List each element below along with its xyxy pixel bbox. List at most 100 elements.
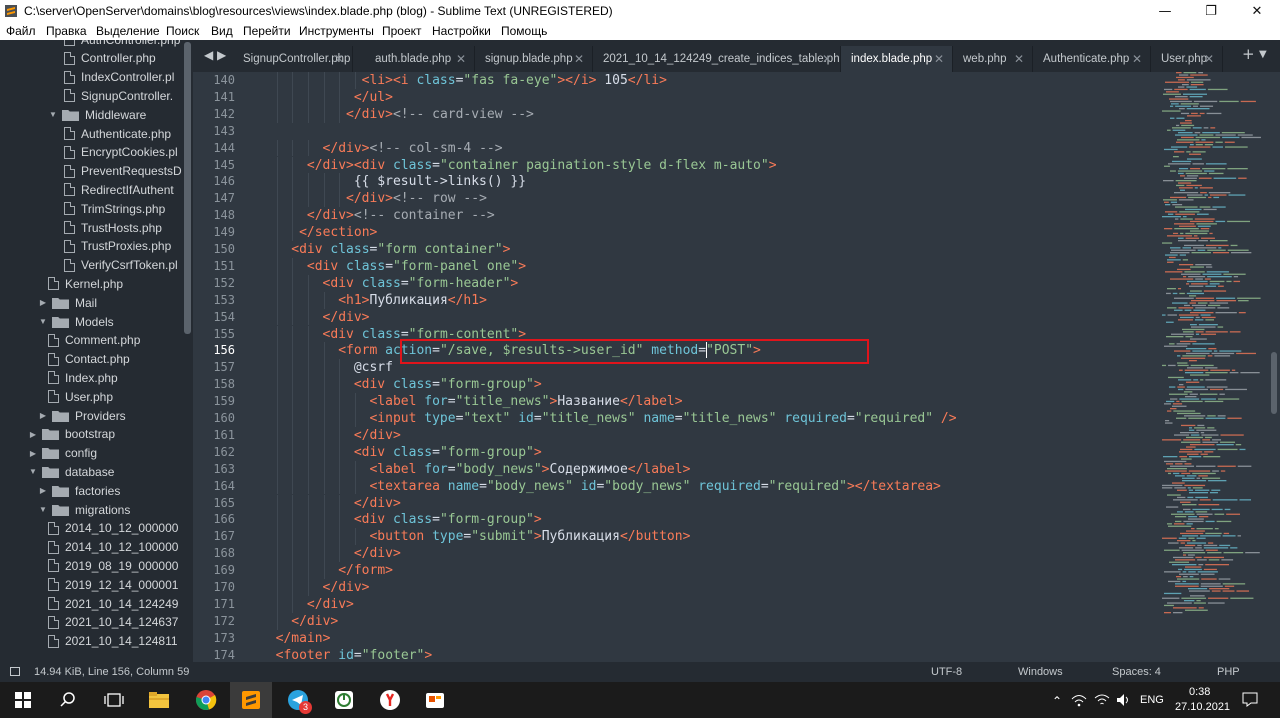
sublime-text-taskbar-icon[interactable] xyxy=(238,687,264,713)
sidebar-folder[interactable]: ▼ Models xyxy=(38,312,114,331)
clock-date[interactable]: 27.10.2021 xyxy=(1175,701,1230,713)
sidebar-file[interactable]: TrustProxies.php xyxy=(64,237,171,256)
folder-expanded-arrow-icon[interactable]: ▼ xyxy=(38,505,48,514)
status-syntax[interactable]: PHP xyxy=(1217,666,1240,678)
menu-view[interactable]: Вид xyxy=(211,24,233,38)
folder-collapsed-arrow-icon[interactable]: ▶ xyxy=(38,411,48,420)
sidebar-file[interactable]: AuthController.php xyxy=(64,40,180,49)
sidebar-file[interactable]: 2014_10_12_000000 xyxy=(48,519,178,538)
code-line[interactable]: <input type="text" id="title_news" name=… xyxy=(369,410,956,427)
status-encoding[interactable]: UTF-8 xyxy=(931,666,962,678)
code-line[interactable]: </div> xyxy=(323,579,370,596)
tab[interactable]: signup.blade.php ✕ xyxy=(475,46,593,72)
code-line[interactable]: </div><div class="container pagination-s… xyxy=(307,157,777,174)
code-line[interactable]: <div class="form container"> xyxy=(291,241,510,258)
tab-close-icon[interactable]: ✕ xyxy=(1014,52,1024,66)
openserver-icon[interactable] xyxy=(331,687,357,713)
code-line[interactable]: </section> xyxy=(299,224,377,241)
code-line[interactable]: <div class="form-group"> xyxy=(354,376,542,393)
sidebar-file[interactable]: Index.php xyxy=(48,368,118,387)
sidebar-file[interactable]: PreventRequestsD xyxy=(64,162,182,181)
code-line[interactable]: </div> xyxy=(354,427,401,444)
code-line[interactable]: <label for="body_news">Содержимое</label… xyxy=(369,461,690,478)
tab-close-icon[interactable]: ✕ xyxy=(1132,52,1142,66)
minimize-button[interactable]: — xyxy=(1142,0,1188,22)
sidebar-file[interactable]: Authenticate.php xyxy=(64,124,171,143)
code-line[interactable]: <footer id="footer"> xyxy=(276,647,433,662)
tab[interactable]: SignupController.php ✕ xyxy=(233,46,353,72)
code-line[interactable]: <button type="submit">Публикация</button… xyxy=(369,528,690,545)
search-icon[interactable] xyxy=(55,687,81,713)
tab[interactable]: User.php ✕ xyxy=(1151,46,1223,72)
sidebar-file[interactable]: IndexController.pl xyxy=(64,68,174,87)
sidebar-folder[interactable]: ▶ bootstrap xyxy=(28,425,115,444)
sidebar-file[interactable]: TrimStrings.php xyxy=(64,199,165,218)
code-line[interactable]: <div class="form-group"> xyxy=(354,444,542,461)
menu-project[interactable]: Проект xyxy=(382,24,422,38)
sidebar-file[interactable]: RedirectIfAuthent xyxy=(64,180,174,199)
code-line[interactable]: </div> xyxy=(354,495,401,512)
code-line[interactable]: </div> xyxy=(307,596,354,613)
file-explorer-icon[interactable] xyxy=(146,687,172,713)
code-line[interactable]: </ul> xyxy=(354,89,393,106)
sidebar-file[interactable]: SignupController. xyxy=(64,86,173,105)
telegram-icon[interactable]: 3 xyxy=(285,687,312,714)
tab[interactable]: 2021_10_14_124249_create_indices_table.p… xyxy=(593,46,841,72)
menu-find[interactable]: Поиск xyxy=(166,24,199,38)
code-line[interactable]: <div class="form-header"> xyxy=(323,275,519,292)
sidebar-file[interactable]: 2021_10_14_124811 xyxy=(48,632,178,651)
tab-close-icon[interactable]: ✕ xyxy=(456,52,466,66)
tab-close-icon[interactable]: ✕ xyxy=(934,52,944,66)
code-line[interactable]: <h1>Публикация</h1> xyxy=(338,292,487,309)
tab[interactable]: auth.blade.php ✕ xyxy=(365,46,475,72)
menu-tools[interactable]: Инструменты xyxy=(299,24,374,38)
sidebar-file[interactable]: User.php xyxy=(48,387,113,406)
sidebar-folder[interactable]: ▶ config xyxy=(28,444,97,463)
folder-expanded-arrow-icon[interactable]: ▼ xyxy=(28,467,38,476)
task-view-icon[interactable] xyxy=(101,687,127,713)
editor-scrollbar[interactable] xyxy=(1271,352,1277,414)
tab-active[interactable]: index.blade.php ✕ xyxy=(841,46,953,72)
sidebar-file[interactable]: Kernel.php xyxy=(48,274,123,293)
folder-expanded-arrow-icon[interactable]: ▼ xyxy=(38,317,48,326)
status-indentation[interactable]: Spaces: 4 xyxy=(1112,666,1161,678)
menu-help[interactable]: Помощь xyxy=(501,24,547,38)
sidebar-file[interactable]: 2019_12_14_000001 xyxy=(48,575,178,594)
code-line[interactable]: {{ $result->links() }} xyxy=(354,173,526,190)
sidebar-folder[interactable]: ▶ factories xyxy=(38,481,120,500)
yandex-browser-icon[interactable] xyxy=(377,687,403,713)
tab-close-icon[interactable]: ✕ xyxy=(1204,52,1214,66)
sidebar-folder[interactable]: ▶ Providers xyxy=(38,406,126,425)
maximize-button[interactable]: ❐ xyxy=(1188,0,1234,22)
sidebar-file[interactable]: TrustHosts.php xyxy=(64,218,162,237)
clock-time[interactable]: 0:38 xyxy=(1189,686,1210,698)
folder-expanded-arrow-icon[interactable]: ▼ xyxy=(48,110,58,119)
folder-collapsed-arrow-icon[interactable]: ▶ xyxy=(38,298,48,307)
sidebar-folder[interactable]: ▼ Middleware xyxy=(48,105,146,124)
menu-edit[interactable]: Правка xyxy=(46,24,87,38)
code-line[interactable]: </div><!-- card-view --> xyxy=(346,106,534,123)
folder-collapsed-arrow-icon[interactable]: ▶ xyxy=(28,430,38,439)
tab-list-chevron-icon[interactable]: ▼ xyxy=(1259,49,1267,60)
windows-start-icon[interactable] xyxy=(10,687,36,713)
code-line[interactable]: </main> xyxy=(276,630,331,647)
notifications-icon[interactable] xyxy=(1242,692,1258,707)
sidebar-file[interactable]: Contact.php xyxy=(48,350,130,369)
folder-collapsed-arrow-icon[interactable]: ▶ xyxy=(28,449,38,458)
code-line[interactable]: </form> xyxy=(338,562,393,579)
sidebar-folder[interactable]: ▶ Mail xyxy=(38,293,97,312)
code-line[interactable]: </div> xyxy=(291,613,338,630)
sidebar-file[interactable]: 2021_10_14_124637 xyxy=(48,613,178,632)
code-line[interactable]: </div> xyxy=(323,309,370,326)
volume-icon[interactable] xyxy=(1116,693,1132,707)
code-line[interactable]: </div><!-- container --> xyxy=(307,207,495,224)
sidebar-scrollbar[interactable] xyxy=(184,42,191,334)
app-icon[interactable] xyxy=(422,687,448,713)
sidebar-file[interactable]: 2021_10_14_124249 xyxy=(48,594,178,613)
sidebar-folder[interactable]: ▼ database xyxy=(28,462,114,481)
menu-preferences[interactable]: Настройки xyxy=(432,24,491,38)
code-line[interactable]: @csrf xyxy=(354,359,393,376)
tab-left-arrow-icon[interactable]: ◀ xyxy=(204,48,213,62)
code-line[interactable]: </div> xyxy=(354,545,401,562)
code-line[interactable]: </div><!-- row --> xyxy=(346,190,487,207)
